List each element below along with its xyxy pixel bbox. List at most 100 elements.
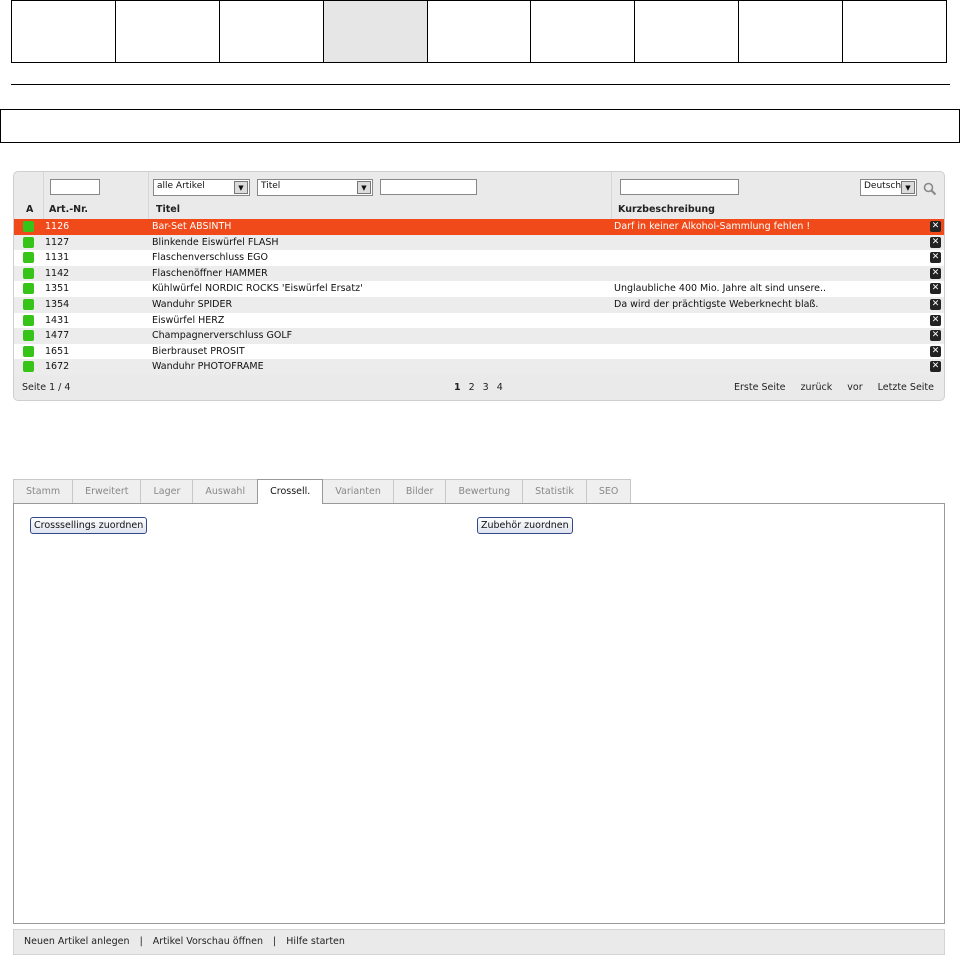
first-page-link[interactable]: Erste Seite xyxy=(734,382,786,393)
delete-icon[interactable]: ✕ xyxy=(930,345,941,357)
active-status-icon[interactable] xyxy=(23,345,34,357)
row-artnr: 1477 xyxy=(45,330,70,342)
table-row[interactable]: 1354 Wanduhr SPIDER Da wird der prächtigst… xyxy=(14,296,944,313)
bottom-action-bar: Neuen Artikel anlegen | Artikel Vorschau… xyxy=(13,929,945,955)
row-title: Wanduhr PHOTOFRAME xyxy=(152,361,264,373)
assign-crossselling-button[interactable]: Crosssellings zuordnen xyxy=(30,517,148,534)
tab-erweitert[interactable]: Erweitert xyxy=(72,479,142,503)
delete-icon[interactable]: ✕ xyxy=(930,361,941,373)
header-title[interactable]: Titel xyxy=(156,204,180,215)
row-title: Blinkende Eiswürfel FLASH xyxy=(152,236,279,248)
row-artnr: 1431 xyxy=(45,314,70,326)
toolbar-button-5[interactable] xyxy=(428,1,532,62)
page-numbers: 1234 xyxy=(454,376,511,400)
active-status-icon[interactable] xyxy=(23,361,34,373)
row-title: Kühlwürfel NORDIC ROCKS 'Eiswürfel Ersat… xyxy=(152,283,363,295)
description-search-input[interactable] xyxy=(620,179,739,195)
toolbar-button-2[interactable] xyxy=(116,1,220,62)
page-link-3[interactable]: 3 xyxy=(483,382,489,393)
new-article-link[interactable]: Neuen Artikel anlegen xyxy=(24,936,130,947)
delete-icon[interactable]: ✕ xyxy=(930,298,941,310)
delete-icon[interactable]: ✕ xyxy=(930,283,941,295)
row-artnr: 1651 xyxy=(45,345,70,357)
active-status-icon[interactable] xyxy=(23,314,34,326)
active-status-icon[interactable] xyxy=(23,330,34,342)
article-type-select-value: alle Artikel xyxy=(157,181,205,191)
artnr-filter-input[interactable] xyxy=(50,179,100,195)
delete-icon[interactable]: ✕ xyxy=(930,314,941,326)
title-search-input[interactable] xyxy=(380,179,477,195)
header-active[interactable]: A xyxy=(26,204,33,215)
row-title: Wanduhr SPIDER xyxy=(152,298,233,310)
row-title: Flaschenverschluss EGO xyxy=(152,252,268,264)
table-row[interactable]: 1142 Flaschenöffner HAMMER ✕ xyxy=(14,265,944,282)
column-separator xyxy=(611,172,612,219)
article-rows: 1126 Bar-Set ABSINTH Darf in keiner Alkoho… xyxy=(14,219,944,375)
last-page-link[interactable]: Letzte Seite xyxy=(878,382,934,393)
table-row[interactable]: 1431 Eiswürfel HERZ ✕ xyxy=(14,312,944,329)
active-status-icon[interactable] xyxy=(23,267,34,279)
title-field-select[interactable]: Titel ▼ xyxy=(257,179,373,196)
toolbar-button-8[interactable] xyxy=(739,1,844,62)
help-link[interactable]: Hilfe starten xyxy=(286,936,345,947)
row-artnr: 1351 xyxy=(45,283,70,295)
tab-statistik[interactable]: Statistik xyxy=(522,479,587,503)
page-link-1[interactable]: 1 xyxy=(454,382,461,393)
page-link-2[interactable]: 2 xyxy=(469,382,475,393)
page-info: Seite 1 / 4 xyxy=(22,382,71,393)
tab-stamm[interactable]: Stamm xyxy=(13,479,74,503)
delete-icon[interactable]: ✕ xyxy=(930,221,941,232)
active-status-icon[interactable] xyxy=(23,221,34,232)
active-status-icon[interactable] xyxy=(23,298,34,310)
next-page-link[interactable]: vor xyxy=(847,382,862,393)
row-title: Bierbrauset PROSIT xyxy=(152,345,245,357)
delete-icon[interactable]: ✕ xyxy=(930,267,941,279)
top-toolbar xyxy=(11,0,947,63)
separator: | xyxy=(139,936,143,947)
chevron-down-icon: ▼ xyxy=(357,181,371,194)
crossselling-tab-panel: Crosssellings zuordnen Zubehör zuordnen xyxy=(13,503,945,924)
tab-crossell[interactable]: Crossell. xyxy=(257,479,324,504)
table-row[interactable]: 1477 Champagnerverschluss GOLF ✕ xyxy=(14,328,944,344)
tab-auswahl[interactable]: Auswahl xyxy=(192,479,259,503)
toolbar-button-1[interactable] xyxy=(12,1,116,62)
language-select[interactable]: Deutsch ▼ xyxy=(860,179,917,196)
table-row[interactable]: 1126 Bar-Set ABSINTH Darf in keiner Alkoho… xyxy=(14,219,944,235)
divider xyxy=(11,84,950,85)
table-row[interactable]: 1672 Wanduhr PHOTOFRAME ✕ xyxy=(14,359,944,375)
toolbar-button-9[interactable] xyxy=(843,1,946,62)
previous-page-link[interactable]: zurück xyxy=(801,382,833,393)
search-icon[interactable] xyxy=(923,182,937,196)
table-row[interactable]: 1131 Flaschenverschluss EGO ✕ xyxy=(14,250,944,266)
tab-seo[interactable]: SEO xyxy=(585,479,632,503)
toolbar-button-6[interactable] xyxy=(531,1,636,62)
tab-bilder[interactable]: Bilder xyxy=(392,479,447,503)
title-field-select-value: Titel xyxy=(261,181,281,191)
article-type-select[interactable]: alle Artikel ▼ xyxy=(153,179,250,196)
tab-bewertung[interactable]: Bewertung xyxy=(445,479,524,503)
tab-lager[interactable]: Lager xyxy=(140,479,194,503)
toolbar-button-3[interactable] xyxy=(220,1,324,62)
table-row[interactable]: 1127 Blinkende Eiswürfel FLASH ✕ xyxy=(14,234,944,251)
assign-accessory-button[interactable]: Zubehör zuordnen xyxy=(477,517,573,534)
active-status-icon[interactable] xyxy=(23,283,34,295)
row-description: Unglaubliche 400 Mio. Jahre alt sind uns… xyxy=(614,283,827,295)
page-link-4[interactable]: 4 xyxy=(497,382,503,393)
article-preview-link[interactable]: Artikel Vorschau öffnen xyxy=(153,936,263,947)
delete-icon[interactable]: ✕ xyxy=(930,252,941,264)
active-status-icon[interactable] xyxy=(23,236,34,248)
toolbar-button-4[interactable] xyxy=(323,1,428,62)
header-artnr[interactable]: Art.-Nr. xyxy=(49,204,88,215)
row-artnr: 1127 xyxy=(45,236,70,248)
active-status-icon[interactable] xyxy=(23,252,34,264)
delete-icon[interactable]: ✕ xyxy=(930,330,941,342)
header-description[interactable]: Kurzbeschreibung xyxy=(618,204,715,215)
row-artnr: 1126 xyxy=(45,221,70,232)
delete-icon[interactable]: ✕ xyxy=(930,236,941,248)
table-row[interactable]: 1651 Bierbrauset PROSIT ✕ xyxy=(14,343,944,360)
tab-varianten[interactable]: Varianten xyxy=(322,479,394,503)
toolbar-button-7[interactable] xyxy=(635,1,740,62)
table-row[interactable]: 1351 Kühlwürfel NORDIC ROCKS 'Eiswürfel E… xyxy=(14,281,944,297)
row-description: Da wird der prächtigste Weberknecht blaß… xyxy=(614,298,819,310)
pagination-nav: Erste Seite zurück vor Letzte Seite xyxy=(722,376,934,400)
